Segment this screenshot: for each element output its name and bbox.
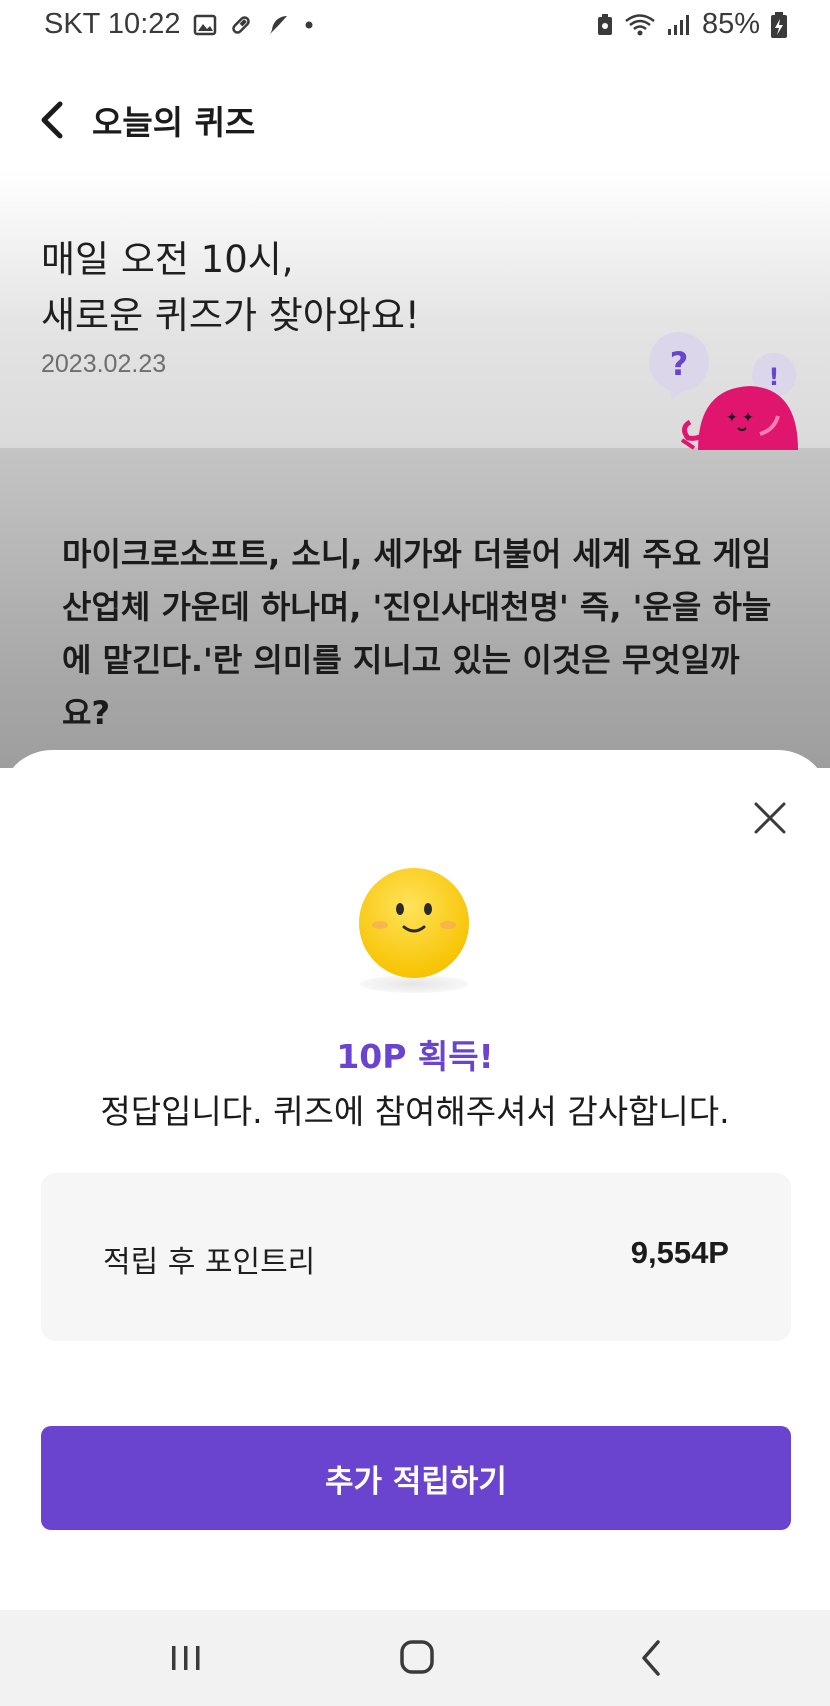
app-header: 오늘의 퀴즈 — [0, 78, 830, 160]
pill-icon — [231, 15, 250, 34]
battery-percent: 85% — [701, 8, 760, 40]
close-icon[interactable] — [752, 800, 788, 836]
reward-title: 10P 획득! — [336, 1037, 494, 1076]
svg-text:✦ ✦: ✦ ✦ — [726, 410, 754, 426]
back-button[interactable] — [34, 98, 74, 142]
points-card: 적립 후 포인트리 9,554P — [41, 1173, 791, 1341]
dot-icon — [305, 21, 313, 28]
points-label: 적립 후 포인트리 — [103, 1245, 316, 1280]
back-icon[interactable] — [636, 1638, 666, 1678]
points-value: 9,554P — [630, 1235, 729, 1270]
smiley-face-icon — [359, 868, 469, 978]
feather-icon — [267, 15, 287, 37]
mascot-illustration: ? ! ✦ ✦ — [649, 332, 798, 450]
signal-icon — [667, 14, 689, 35]
carrier-time: SKT 10:22 — [44, 8, 181, 40]
intro-line-1: 매일 오전 10시, — [41, 238, 294, 281]
battery-saver-icon — [597, 13, 612, 35]
earn-more-button[interactable]: 추가 적립하기 — [41, 1426, 791, 1530]
question-text: 마이크로소프트, 소니, 세가와 더불어 세계 주요 게임 산업체 가운데 하나… — [62, 535, 772, 732]
recent-apps-icon[interactable] — [168, 1640, 204, 1676]
page-title: 오늘의 퀴즈 — [92, 103, 256, 142]
intro-line-2: 새로운 퀴즈가 찾아와요! — [41, 294, 420, 337]
wifi-icon — [625, 13, 655, 35]
image-icon — [193, 14, 216, 35]
reward-message: 정답입니다. 퀴즈에 참여해주셔서 감사합니다. — [100, 1092, 730, 1131]
mascot-exclaim-mark: ! — [769, 363, 780, 391]
intro-headline: 매일 오전 10시, 새로운 퀴즈가 찾아와요! — [41, 232, 420, 344]
home-icon[interactable] — [398, 1638, 436, 1676]
status-bar: SKT 10:22 85% — [0, 0, 830, 52]
mascot-question-mark: ? — [670, 345, 689, 383]
system-nav-bar — [0, 1610, 830, 1706]
battery-charging-icon — [771, 11, 787, 38]
quiz-date: 2023.02.23 — [41, 350, 167, 378]
